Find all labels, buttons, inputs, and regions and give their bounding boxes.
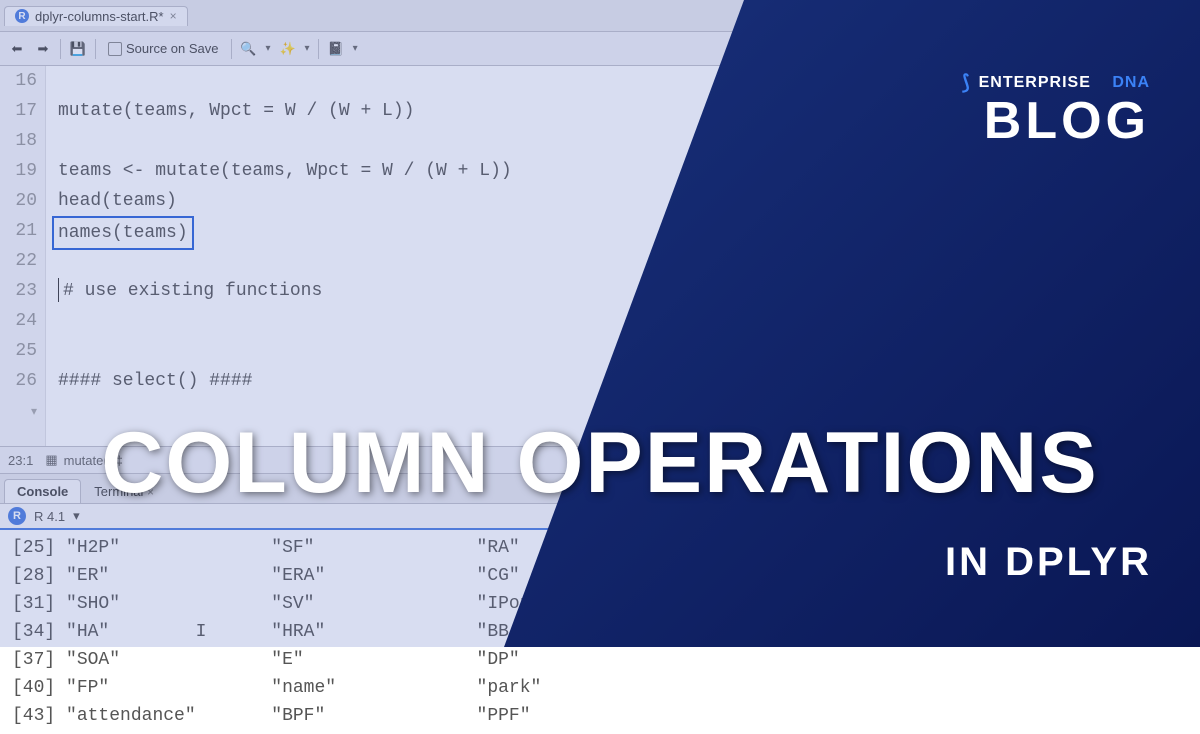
- run-label: Run: [1038, 41, 1062, 56]
- title-sub: IN DPLYR: [945, 540, 1152, 585]
- line-number: 16: [0, 66, 37, 96]
- r-version-label: R 4.1: [34, 509, 65, 524]
- logo-area: ⟆ ENTERPRISE DNA BLOG: [962, 70, 1150, 147]
- file-tab-bar: R dplyr-columns-start.R* ×: [0, 0, 1200, 32]
- title-main: COLUMN OPERATIONS: [40, 420, 1160, 506]
- checkbox-icon: [108, 42, 122, 56]
- r-logo-icon: R: [8, 507, 26, 525]
- line-number: 25: [0, 336, 37, 366]
- line-number: 17: [0, 96, 37, 126]
- chevron-down-icon: ▾: [1187, 43, 1192, 54]
- source-label: Source: [1142, 41, 1183, 56]
- line-number-gutter: 16 17 18 19 20 21 22 23 24 25 26 ▾: [0, 66, 46, 446]
- back-icon[interactable]: ⬅: [8, 40, 26, 58]
- source-arrow-icon: ➡: [1127, 41, 1138, 57]
- output-row: [34] "HA" I "HRA" "BBA": [12, 618, 1188, 646]
- output-row: [37] "SOA" "E" "DP": [12, 646, 1188, 674]
- dropdown-icon[interactable]: ▾: [73, 508, 80, 524]
- r-file-icon: R: [15, 9, 29, 23]
- output-row: [31] "SHO" "SV" "IPouts": [12, 590, 1188, 618]
- source-on-save-label: Source on Save: [126, 41, 219, 56]
- rerun-icon[interactable]: ↻: [1079, 40, 1097, 58]
- code-line: [58, 306, 1200, 336]
- source-on-save-toggle[interactable]: Source on Save: [104, 39, 223, 58]
- collapse-icon: ▾: [31, 405, 37, 419]
- notebook-icon[interactable]: 📓: [327, 40, 345, 58]
- code-line: head(teams): [58, 186, 1200, 216]
- highlighted-selection: names(teams): [52, 216, 194, 250]
- cursor-position: 23:1: [8, 453, 33, 468]
- source-button[interactable]: ➡ Source ▾: [1127, 41, 1192, 57]
- output-row: [40] "FP" "name" "park": [12, 674, 1188, 702]
- file-tab[interactable]: R dplyr-columns-start.R* ×: [4, 6, 188, 26]
- line-number: 24: [0, 306, 37, 336]
- run-arrow-icon: ➡: [1023, 41, 1034, 57]
- line-number: 20: [0, 186, 37, 216]
- chevron-down-icon[interactable]: ▾: [266, 43, 271, 54]
- save-icon[interactable]: 💾: [69, 40, 87, 58]
- editor-toolbar: ⬅ ➡ 💾 Source on Save 🔍 ▾ ✨ ▾ 📓 ▾ ➡ Run ↻…: [0, 32, 1200, 66]
- chevron-down-icon[interactable]: ▾: [305, 43, 310, 54]
- code-line: teams <- mutate(teams, Wpct = W / (W + L…: [58, 156, 1200, 186]
- code-line: #### select() ####: [58, 366, 1200, 396]
- search-icon[interactable]: 🔍: [240, 40, 258, 58]
- run-button[interactable]: ➡ Run: [1023, 41, 1062, 57]
- blog-label: BLOG: [962, 95, 1150, 147]
- line-number: 18: [0, 126, 37, 156]
- line-number: 23: [0, 276, 37, 306]
- file-tab-label: dplyr-columns-start.R*: [35, 9, 164, 24]
- line-number: 19: [0, 156, 37, 186]
- line-number: 26 ▾: [0, 366, 37, 427]
- code-line: names(teams): [58, 216, 1200, 246]
- line-number: 22: [0, 246, 37, 276]
- forward-icon[interactable]: ➡: [34, 40, 52, 58]
- magic-wand-icon[interactable]: ✨: [279, 40, 297, 58]
- code-line: # use existing functions: [58, 276, 1200, 306]
- close-icon[interactable]: ×: [170, 9, 177, 23]
- dna-icon: ⟆: [962, 70, 971, 95]
- code-line: [58, 336, 1200, 366]
- output-row: [43] "attendance" "BPF" "PPF": [12, 702, 1188, 730]
- chevron-down-icon[interactable]: ▾: [353, 43, 358, 54]
- line-number: 21: [0, 216, 37, 246]
- chevron-down-icon[interactable]: ▾: [1105, 43, 1110, 54]
- window-control-icon[interactable]: [1172, 9, 1190, 23]
- code-line: [58, 246, 1200, 276]
- text-cursor: [58, 278, 59, 302]
